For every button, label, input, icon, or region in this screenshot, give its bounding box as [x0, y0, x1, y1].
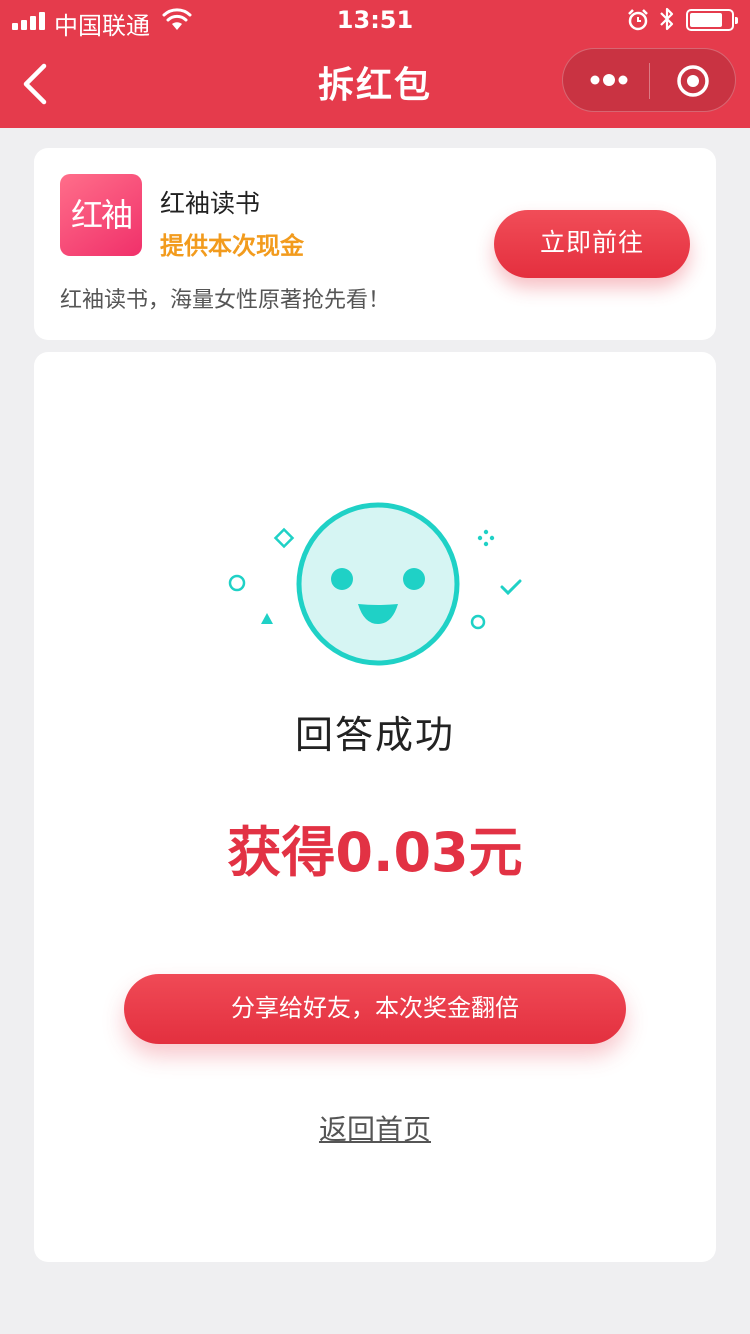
- sponsor-subtitle: 提供本次现金: [160, 232, 304, 260]
- alarm-icon: [628, 9, 648, 31]
- capsule-divider: [649, 63, 650, 99]
- sponsor-description: 红袖读书，海量女性原著抢先看！: [60, 288, 391, 313]
- reward-amount: 获得0.03元: [227, 821, 523, 884]
- status-bar: 中国联通 13:51: [0, 0, 750, 40]
- top-bar: 中国联通 13:51 拆红包: [0, 0, 750, 128]
- result-card: 回答成功 获得0.03元 分享给好友，本次奖金翻倍 返回首页: [34, 352, 716, 1262]
- battery-icon: [686, 9, 738, 31]
- share-button[interactable]: 分享给好友，本次奖金翻倍: [124, 974, 626, 1044]
- back-to-home-link[interactable]: 返回首页: [34, 1108, 716, 1148]
- go-now-button[interactable]: 立即前往: [494, 210, 690, 278]
- sponsor-card: 红袖 红袖读书 提供本次现金 红袖读书，海量女性原著抢先看！ 立即前往: [34, 148, 716, 340]
- bluetooth-icon: [660, 7, 674, 31]
- close-miniprogram-icon[interactable]: [675, 63, 711, 99]
- smiley-face-icon: [228, 502, 522, 666]
- more-icon[interactable]: [589, 65, 629, 95]
- miniprogram-capsule: [562, 48, 736, 112]
- result-title: 回答成功: [294, 713, 455, 757]
- sponsor-name: 红袖读书: [160, 189, 261, 218]
- sponsor-logo: 红袖: [60, 174, 142, 256]
